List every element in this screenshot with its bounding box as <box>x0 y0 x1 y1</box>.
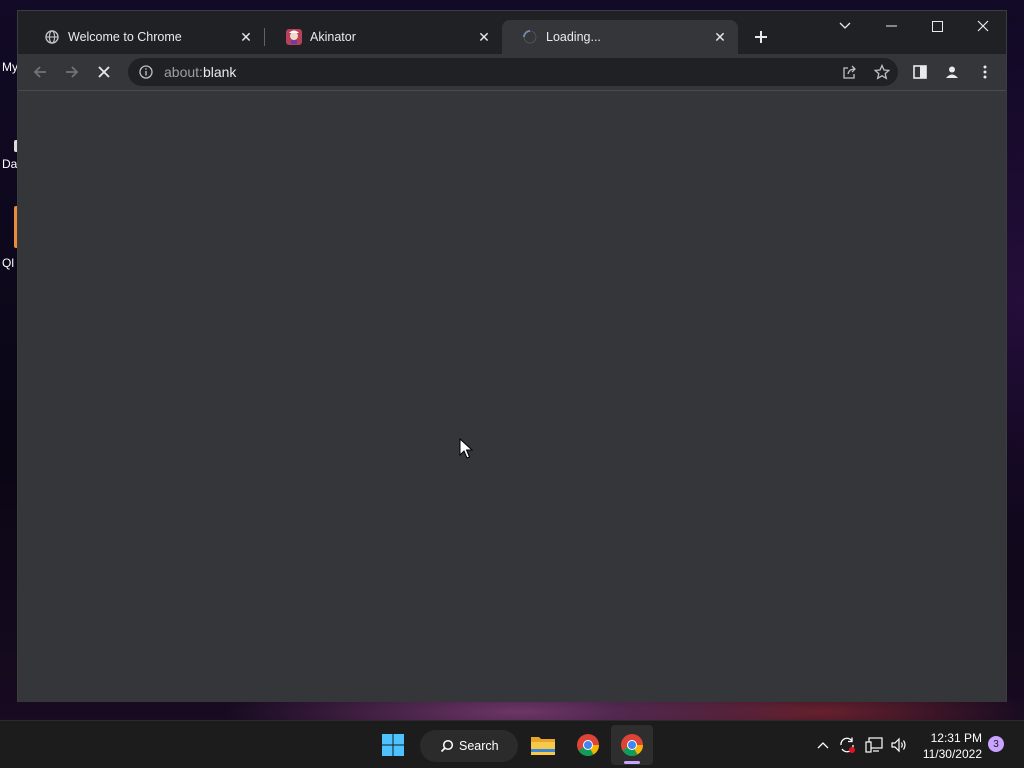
side-panel-icon[interactable] <box>906 58 934 86</box>
chrome-active-icon[interactable] <box>611 725 653 765</box>
search-label: Search <box>459 739 499 753</box>
back-arrow-icon[interactable] <box>26 58 54 86</box>
tab-title: Welcome to Chrome <box>68 30 182 44</box>
chrome-window: Welcome to Chrome ✕ Akinator ✕ Loading..… <box>17 10 1007 702</box>
minimize-icon[interactable] <box>868 11 914 41</box>
stop-loading-icon[interactable] <box>90 58 118 86</box>
volume-icon[interactable] <box>888 721 910 768</box>
active-app-indicator <box>624 761 640 764</box>
site-info-icon[interactable] <box>128 65 164 79</box>
tab-strip: Welcome to Chrome ✕ Akinator ✕ Loading..… <box>18 11 1006 54</box>
network-icon[interactable] <box>863 721 885 768</box>
share-icon[interactable] <box>834 58 866 86</box>
file-explorer-icon[interactable] <box>523 725 563 765</box>
tab-loading[interactable]: Loading... ✕ <box>502 20 738 54</box>
clock-date: 11/30/2022 <box>922 747 982 761</box>
maximize-icon[interactable] <box>914 11 960 41</box>
sync-icon[interactable] <box>836 721 858 768</box>
tab-title: Loading... <box>546 30 601 44</box>
forward-arrow-icon[interactable] <box>58 58 86 86</box>
tab-search-icon[interactable] <box>822 11 868 41</box>
tab-welcome[interactable]: Welcome to Chrome ✕ <box>24 20 264 54</box>
notification-badge[interactable]: 3 <box>988 736 1004 752</box>
clock-time: 12:31 PM <box>930 731 982 745</box>
close-tab-icon[interactable]: ✕ <box>712 29 728 45</box>
url-text[interactable]: about:blank <box>164 64 236 80</box>
page-content-area[interactable] <box>18 90 1006 702</box>
close-tab-icon[interactable]: ✕ <box>238 29 254 45</box>
browser-toolbar: about:blank <box>18 54 1006 90</box>
taskbar-search-button[interactable]: Search <box>420 730 518 762</box>
search-icon <box>440 739 454 753</box>
globe-icon <box>44 29 60 45</box>
address-bar[interactable]: about:blank <box>128 58 898 86</box>
tab-separator <box>264 28 265 46</box>
chrome-icon[interactable] <box>568 725 608 765</box>
more-menu-icon[interactable] <box>971 58 999 86</box>
show-hidden-icons-chevron[interactable] <box>812 721 834 768</box>
mouse-cursor-icon <box>459 438 473 459</box>
desktop-icon-label[interactable]: Ql <box>2 256 14 270</box>
windows-start-icon[interactable] <box>373 725 413 765</box>
close-tab-icon[interactable]: ✕ <box>476 29 492 45</box>
taskbar-clock[interactable]: 12:31 PM 11/30/2022 <box>923 730 982 762</box>
new-tab-button[interactable] <box>749 25 773 49</box>
desktop-icon-label[interactable]: Da <box>2 157 17 171</box>
tab-akinator[interactable]: Akinator ✕ <box>266 20 502 54</box>
bookmark-star-icon[interactable] <box>866 58 898 86</box>
akinator-genie-icon <box>286 29 302 45</box>
taskbar: Search 12:31 PM 11/30/2022 <box>0 720 1024 768</box>
close-icon[interactable] <box>960 11 1006 41</box>
loading-spinner-icon <box>522 29 538 45</box>
profile-icon[interactable] <box>938 58 966 86</box>
desktop-icon-label[interactable]: My <box>2 60 18 74</box>
tab-title: Akinator <box>310 30 356 44</box>
